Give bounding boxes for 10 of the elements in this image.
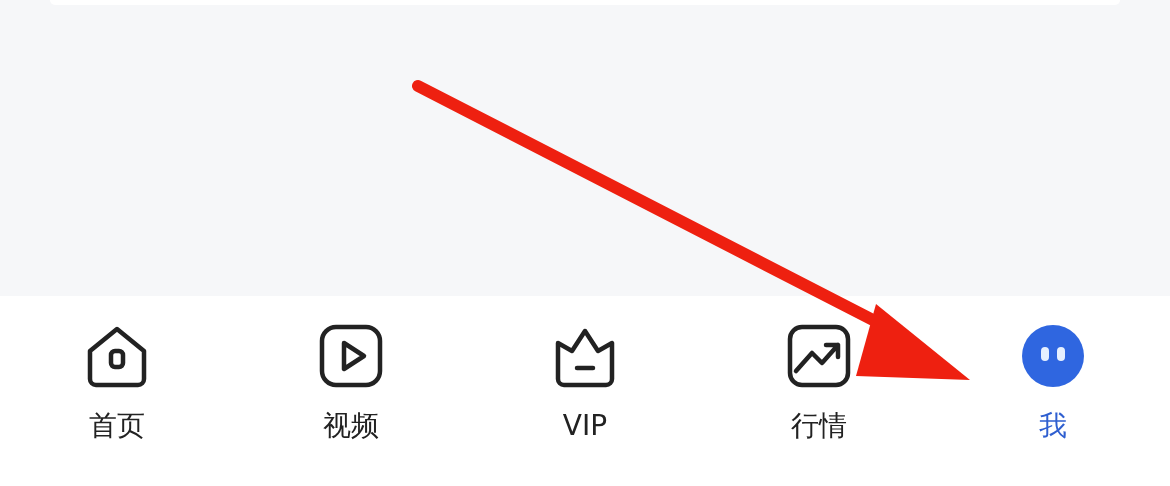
- tab-label: 首页: [89, 409, 145, 443]
- tab[interactable]: 首页: [0, 321, 234, 461]
- tab[interactable]: 行情: [702, 321, 936, 461]
- tab[interactable]: VIP: [468, 321, 702, 461]
- tab-label: VIP: [562, 409, 608, 443]
- tab[interactable]: 视频: [234, 321, 468, 461]
- tab-label: 我: [1039, 409, 1067, 443]
- tab-label: 行情: [791, 409, 847, 443]
- tab-label: 视频: [323, 409, 379, 443]
- tab[interactable]: 我: [936, 321, 1170, 461]
